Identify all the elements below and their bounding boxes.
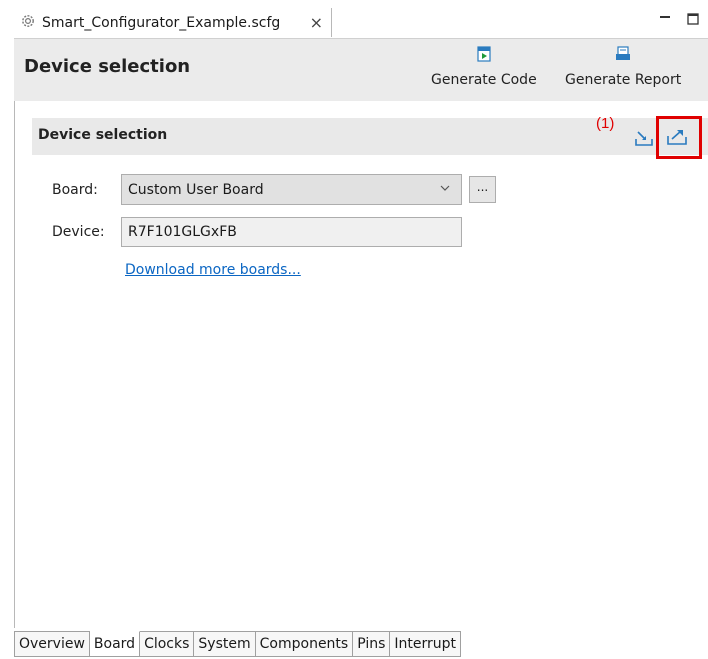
tab-interrupt[interactable]: Interrupt [390, 631, 462, 657]
close-icon[interactable]: × [310, 13, 323, 32]
annotation-label: (1) [596, 115, 615, 132]
gear-icon [20, 13, 36, 33]
tab-overview[interactable]: Overview [14, 631, 90, 657]
device-label: Device: [52, 224, 105, 240]
editor-tab-bar: Smart_Configurator_Example.scfg × [14, 8, 708, 38]
bottom-tab-bar: Overview Board Clocks System Components … [14, 631, 462, 658]
download-boards-link[interactable]: Download more boards... [125, 262, 301, 278]
window-controls [658, 11, 700, 30]
generate-code-label: Generate Code [431, 72, 537, 88]
chevron-down-icon [439, 182, 451, 198]
generate-code-button[interactable]: Generate Code [431, 45, 537, 88]
generate-report-button[interactable]: Generate Report [565, 45, 681, 88]
page-title: Device selection [24, 56, 191, 77]
minimize-icon[interactable] [658, 11, 672, 30]
editor-tab[interactable]: Smart_Configurator_Example.scfg × [14, 8, 332, 37]
board-select-value: Custom User Board [128, 181, 264, 198]
device-field[interactable]: R7F101GLGxFB [121, 217, 462, 247]
board-label: Board: [52, 182, 98, 198]
board-select[interactable]: Custom User Board [121, 174, 462, 205]
generate-code-icon [476, 45, 492, 67]
editor-header: Device selection Generate Code Generate … [14, 38, 708, 101]
generate-report-label: Generate Report [565, 72, 682, 88]
browse-board-button[interactable]: ... [469, 176, 496, 203]
export-highlight-box [656, 116, 702, 159]
import-icon[interactable] [634, 130, 654, 152]
editor-tab-title: Smart_Configurator_Example.scfg [42, 14, 281, 31]
device-field-value: R7F101GLGxFB [128, 224, 237, 240]
tab-system[interactable]: System [194, 631, 256, 657]
tab-pins[interactable]: Pins [353, 631, 391, 657]
generate-report-icon [614, 45, 632, 67]
tab-board[interactable]: Board [89, 631, 141, 657]
tab-components[interactable]: Components [255, 631, 354, 657]
editor-left-border [14, 8, 15, 628]
maximize-icon[interactable] [686, 11, 700, 30]
section-title: Device selection [38, 127, 168, 143]
tab-clocks[interactable]: Clocks [140, 631, 195, 657]
